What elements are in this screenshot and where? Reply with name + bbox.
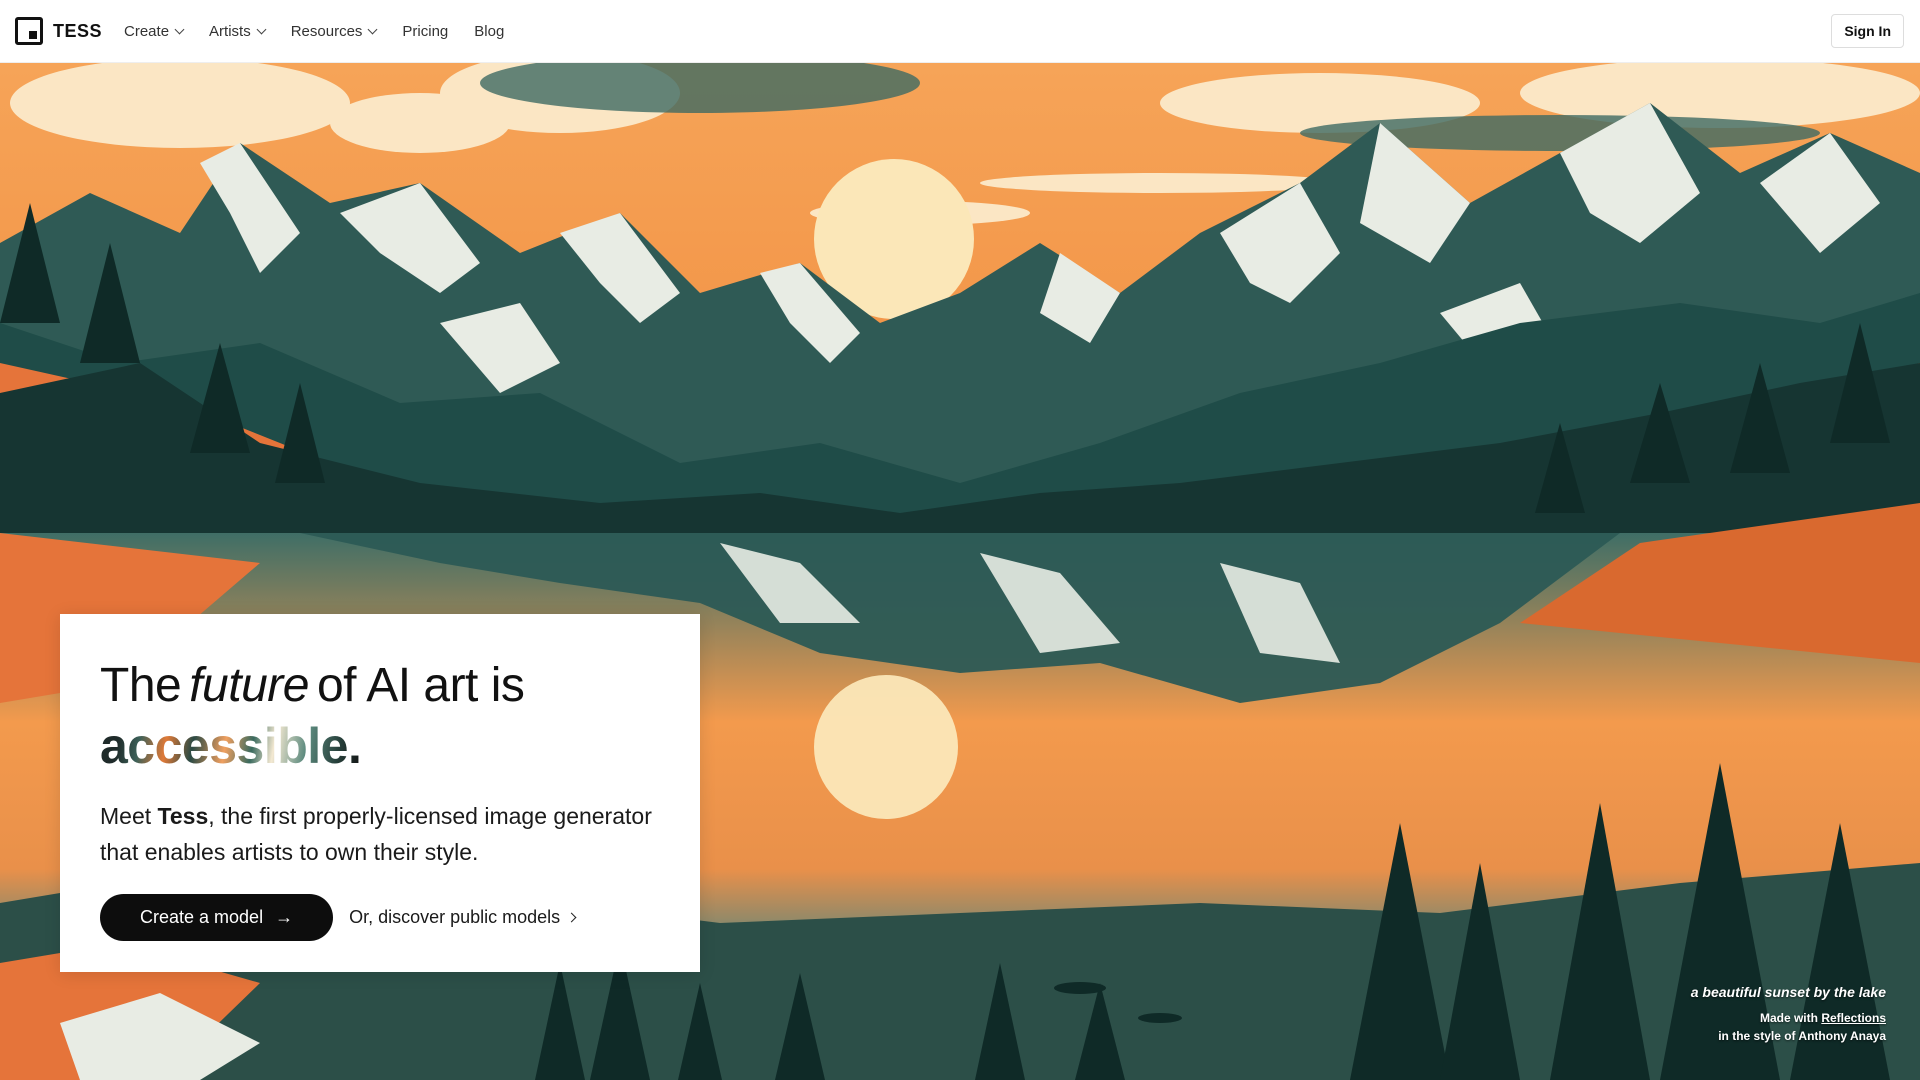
chevron-down-icon [174,24,185,34]
create-model-label: Create a model [140,907,264,927]
sign-in-button[interactable]: Sign In [1831,14,1904,48]
nav-artists[interactable]: Artists [209,22,267,40]
discover-models-link[interactable]: Or, discover public models [349,907,577,928]
nav-blog[interactable]: Blog [474,23,504,40]
tess-logo-icon [15,17,43,45]
nav-blog-label: Blog [474,22,505,40]
headline-start: The [100,659,182,712]
nav-pricing-label: Pricing [402,22,449,40]
headline-accent-line: accessible. [100,716,660,778]
nav-resources-label: Resources [290,22,363,40]
headline-accent: accessible. [100,718,362,774]
headline-end: of AI art is [316,659,525,712]
style-credit: in the style of Anthony Anaya [1718,1029,1886,1043]
hero-subheadline: Meet Tess, the first properly-licensed i… [100,798,660,870]
hero-actions: Create a model → Or, discover public mod… [100,894,660,941]
sub-brand: Tess [157,803,209,829]
artwork-caption: a beautiful sunset by the lake Made with… [1691,984,1886,1045]
sub-prefix: Meet [100,803,152,829]
chevron-right-icon [566,912,577,923]
chevron-down-icon [256,24,267,34]
discover-models-label: Or, discover public models [349,907,561,927]
headline-emphasis: future [189,659,309,712]
brand-logo[interactable]: TESS [15,17,102,45]
nav-links: Create Artists Resources Pricing Blog [124,23,530,40]
made-with-prefix: Made with [1759,1011,1818,1025]
hero-card: The future of AI art is accessible. Meet T… [60,614,700,972]
top-nav: TESS Create Artists Resources Pricing Bl… [0,0,1920,63]
made-with-line: Made with Reflections [1691,1009,1886,1027]
nav-artists-label: Artists [209,22,251,40]
nav-create-label: Create [124,22,170,40]
brand-name: TESS [53,20,103,41]
artwork-prompt: a beautiful sunset by the lake [1690,984,1886,1000]
hero-headline: The future of AI art is [100,656,660,716]
chevron-down-icon [367,24,378,34]
nav-create[interactable]: Create [124,22,185,40]
arrow-right-icon: → [275,907,294,927]
nav-pricing[interactable]: Pricing [402,23,448,40]
create-model-button[interactable]: Create a model → [100,894,334,941]
nav-resources[interactable]: Resources [290,22,378,40]
reflections-link[interactable]: Reflections [1821,1011,1886,1025]
